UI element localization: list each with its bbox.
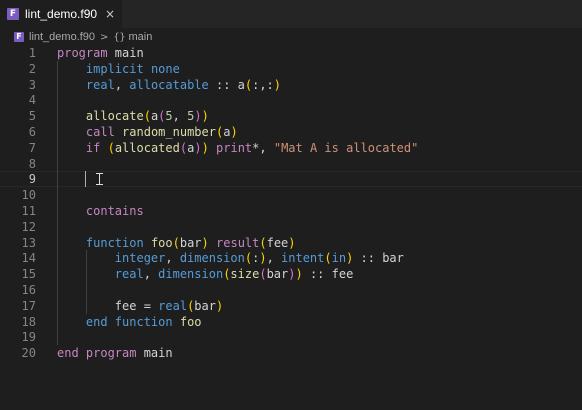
tab-label: lint_demo.f90: [25, 7, 98, 21]
code-line-13[interactable]: 13 function foo(bar) result(fee): [0, 234, 582, 251]
line-code: function foo(bar) result(fee): [85, 235, 296, 250]
line-number: 15: [21, 267, 36, 282]
code-line-15[interactable]: 15 real, dimension(size(bar)) :: fee: [0, 266, 582, 283]
indent-guide: [57, 92, 58, 109]
line-number: 9: [28, 172, 36, 187]
code-line-19[interactable]: 19: [0, 329, 582, 346]
line-code: implicit none: [85, 61, 180, 76]
indent-guide: [57, 329, 58, 346]
code-line-20[interactable]: 20 end program main: [0, 345, 582, 361]
close-icon[interactable]: ×: [105, 7, 115, 21]
indent-guide: [57, 218, 58, 235]
line-number: 18: [21, 314, 36, 329]
line-number: 17: [21, 298, 36, 313]
breadcrumb: F lint_demo.f90 > {} main: [14, 30, 152, 44]
line-number: 11: [21, 204, 36, 218]
line-code: real, dimension(size(bar)) :: fee: [114, 267, 354, 282]
indent-guide: [57, 155, 58, 172]
code-line-10[interactable]: 10: [0, 187, 582, 204]
line-code: end function foo: [85, 314, 202, 329]
code-line-17[interactable]: 17 fee = real(bar): [0, 297, 582, 314]
fortran-file-icon: F: [14, 32, 24, 42]
indent-guide: [85, 282, 87, 298]
code-line-12[interactable]: 12: [0, 218, 582, 235]
line-number: 6: [28, 125, 36, 139]
line-number: 7: [28, 140, 36, 155]
line-number: 1: [28, 46, 36, 60]
mouse-ibeam-icon: [95, 171, 104, 187]
indent-guide: [57, 171, 58, 188]
line-number: 13: [21, 235, 36, 250]
line-code: real, allocatable :: a(:,:): [85, 77, 282, 92]
code-line-3[interactable]: 3 real, allocatable :: a(:,:): [0, 76, 582, 93]
line-code: if (allocated(a)) print*, "Mat A is allo…: [85, 140, 419, 155]
code-line-6[interactable]: 6 call random_number(a): [0, 124, 582, 140]
line-code: contains: [85, 204, 144, 218]
code-line-5[interactable]: 5 allocate(a(5, 5)): [0, 108, 582, 125]
line-code: end program main: [57, 346, 173, 361]
code-line-18[interactable]: 18 end function foo: [0, 313, 582, 330]
line-number: 10: [21, 188, 36, 203]
indent-guide: [57, 187, 58, 204]
code-line-8[interactable]: 8: [0, 155, 582, 172]
code-line-16[interactable]: 16: [0, 282, 582, 298]
line-number: 5: [28, 109, 36, 124]
indent-guide: [57, 282, 58, 298]
code-line-1[interactable]: 1 program main: [0, 45, 582, 61]
code-editor[interactable]: 1 program main 2 implicit none 3 real, allo…: [0, 45, 582, 410]
line-number: 4: [28, 93, 36, 108]
breadcrumb-symbol[interactable]: main: [128, 31, 152, 43]
code-line-9[interactable]: 9: [0, 171, 582, 188]
line-number: 3: [28, 77, 36, 92]
line-code: integer, dimension(:), intent(in) :: bar: [114, 251, 404, 266]
text-cursor: [85, 171, 86, 188]
code-line-7[interactable]: 7 if (allocated(a)) print*, "Mat A is al…: [0, 139, 582, 156]
line-number: 14: [21, 251, 36, 266]
line-number: 20: [21, 346, 36, 361]
code-line-11[interactable]: 11 contains: [0, 203, 582, 219]
line-number: 12: [21, 219, 36, 234]
breadcrumb-file[interactable]: lint_demo.f90: [29, 31, 95, 43]
line-number: 8: [28, 156, 36, 171]
line-number: 16: [21, 283, 36, 297]
code-line-4[interactable]: 4: [0, 92, 582, 109]
fortran-file-icon: F: [7, 8, 19, 20]
tab-bar: F lint_demo.f90 ×: [0, 0, 582, 28]
code-line-14[interactable]: 14 integer, dimension(:), intent(in) :: …: [0, 250, 582, 267]
line-number: 2: [28, 61, 36, 76]
line-code: program main: [57, 46, 144, 60]
symbol-namespace-icon: {}: [113, 31, 126, 43]
tab-lint-demo[interactable]: F lint_demo.f90 ×: [0, 0, 122, 28]
line-code: fee = real(bar): [114, 298, 224, 313]
line-code: call random_number(a): [85, 125, 238, 139]
chevron-right-icon: >: [100, 31, 109, 43]
line-number: 19: [21, 330, 36, 345]
code-line-2[interactable]: 2 implicit none: [0, 60, 582, 77]
line-code: allocate(a(5, 5)): [85, 109, 209, 124]
